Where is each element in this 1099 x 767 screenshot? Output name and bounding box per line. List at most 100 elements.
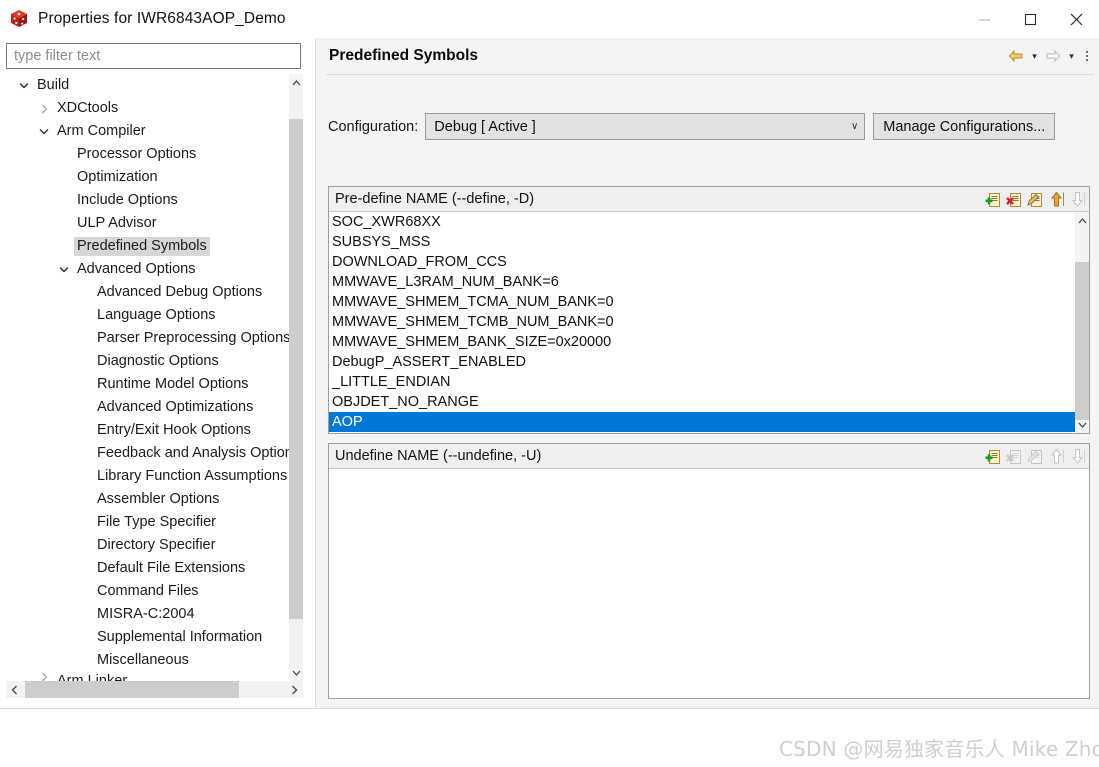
predefine-list[interactable]: SOC_XWR68XX SUBSYS_MSS DOWNLOAD_FROM_CCS MM… bbox=[329, 212, 1089, 433]
scroll-up-icon[interactable] bbox=[289, 74, 303, 91]
chevron-down-icon[interactable] bbox=[34, 128, 54, 135]
tree-item-label: ULP Advisor bbox=[77, 215, 157, 231]
predefine-group: Pre-define NAME (--define, -D) SOC_XWR68… bbox=[328, 186, 1090, 434]
predefine-caption: Pre-define NAME (--define, -D) bbox=[335, 191, 535, 207]
configuration-block: Configuration: Debug [ Active ] ∨ Manage… bbox=[328, 93, 1090, 151]
tree-item-label: Miscellaneous bbox=[97, 652, 189, 668]
list-item[interactable]: DOWNLOAD_FROM_CCS bbox=[329, 252, 1075, 272]
list-item[interactable]: AOP bbox=[329, 412, 1075, 432]
list-item[interactable]: SOC_XWR68XX bbox=[329, 212, 1075, 232]
scroll-right-icon[interactable] bbox=[286, 681, 303, 698]
undefine-header: Undefine NAME (--undefine, -U) bbox=[329, 444, 1089, 469]
pane-header: Predefined Symbols ▾ ▾ bbox=[316, 38, 1099, 74]
list-item[interactable]: DebugP_ASSERT_ENABLED bbox=[329, 352, 1075, 372]
tree-item-label: Runtime Model Options bbox=[97, 376, 249, 392]
predefine-scroll-thumb[interactable] bbox=[1075, 262, 1089, 420]
tree-item-runtime-model-options[interactable]: Runtime Model Options bbox=[6, 373, 289, 396]
tree-scroll-thumb[interactable] bbox=[289, 119, 303, 619]
window-titlebar: Properties for IWR6843AOP_Demo bbox=[0, 0, 1099, 38]
forward-arrow-icon bbox=[1043, 45, 1063, 67]
tree-item-label: Directory Specifier bbox=[97, 537, 216, 553]
move-up-icon[interactable] bbox=[1047, 189, 1065, 209]
tree-item-command-files[interactable]: Command Files bbox=[6, 580, 289, 603]
forward-dropdown-caret: ▾ bbox=[1069, 50, 1074, 61]
view-menu-icon[interactable] bbox=[1080, 45, 1094, 67]
tree-item-advanced-debug-options[interactable]: Advanced Debug Options bbox=[6, 281, 289, 304]
configuration-select[interactable]: Debug [ Active ] ∨ bbox=[425, 113, 866, 140]
scroll-up-icon[interactable] bbox=[1075, 212, 1089, 229]
scroll-down-icon[interactable] bbox=[1075, 416, 1089, 433]
tree-item-misra-c-2004[interactable]: MISRA-C:2004 bbox=[6, 603, 289, 626]
tree-item-ulp-advisor[interactable]: ULP Advisor bbox=[6, 212, 289, 235]
tree-item-supplemental-information[interactable]: Supplemental Information bbox=[6, 626, 289, 649]
undefine-list[interactable] bbox=[329, 469, 1089, 698]
maximize-button[interactable] bbox=[1007, 0, 1053, 38]
tree-horizontal-scrollbar[interactable] bbox=[6, 681, 303, 698]
close-button[interactable] bbox=[1053, 0, 1099, 38]
tree-vertical-scrollbar[interactable] bbox=[289, 74, 303, 681]
configuration-label: Configuration: bbox=[328, 118, 419, 135]
predefine-scrollbar[interactable] bbox=[1075, 212, 1089, 433]
chevron-down-icon: ∨ bbox=[850, 121, 859, 132]
tree-item-label: Assembler Options bbox=[97, 491, 220, 507]
chevron-down-icon[interactable] bbox=[14, 82, 34, 89]
undefine-group: Undefine NAME (--undefine, -U) bbox=[328, 443, 1090, 699]
tree-item-label: Advanced Debug Options bbox=[97, 284, 263, 300]
chevron-right-icon[interactable] bbox=[34, 672, 54, 681]
tree-item-predefined-symbols[interactable]: Predefined Symbols bbox=[6, 235, 289, 258]
tree-item-assembler-options[interactable]: Assembler Options bbox=[6, 488, 289, 511]
tree-item-include-options[interactable]: Include Options bbox=[6, 189, 289, 212]
tree-item-label: Advanced Optimizations bbox=[97, 399, 254, 415]
tree-item-directory-specifier[interactable]: Directory Specifier bbox=[6, 534, 289, 557]
delete-icon[interactable] bbox=[1005, 189, 1023, 209]
minimize-button[interactable] bbox=[961, 0, 1007, 38]
tree-item-label: Feedback and Analysis Options bbox=[97, 445, 289, 461]
tree-item-advanced-optimizations[interactable]: Advanced Optimizations bbox=[6, 396, 289, 419]
back-dropdown-caret[interactable]: ▾ bbox=[1028, 45, 1041, 67]
configuration-selected-value: Debug [ Active ] bbox=[434, 118, 536, 135]
tree-item-label: Library Function Assumptions bbox=[97, 468, 288, 484]
add-icon[interactable] bbox=[984, 189, 1002, 209]
list-item[interactable]: MMWAVE_SHMEM_BANK_SIZE=0x20000 bbox=[329, 332, 1075, 352]
tree-item-file-type-specifier[interactable]: File Type Specifier bbox=[6, 511, 289, 534]
tree-item-arm-compiler[interactable]: Arm Compiler bbox=[6, 120, 289, 143]
tree-item-label: Arm Linker bbox=[57, 673, 128, 681]
list-item[interactable]: MMWAVE_L3RAM_NUM_BANK=6 bbox=[329, 272, 1075, 292]
list-item[interactable]: MMWAVE_SHMEM_TCMA_NUM_BANK=0 bbox=[329, 292, 1075, 312]
tree-item-label: Arm Compiler bbox=[57, 123, 146, 139]
tree-item-label: Diagnostic Options bbox=[97, 353, 219, 369]
list-item[interactable]: OBJDET_NO_RANGE bbox=[329, 392, 1075, 412]
tree-item-library-function-assumptions[interactable]: Library Function Assumptions bbox=[6, 465, 289, 488]
tree-item-default-file-extensions[interactable]: Default File Extensions bbox=[6, 557, 289, 580]
tree-item-processor-options[interactable]: Processor Options bbox=[6, 143, 289, 166]
tree-item-optimization[interactable]: Optimization bbox=[6, 166, 289, 189]
tree-item-miscellaneous[interactable]: Miscellaneous bbox=[6, 649, 289, 672]
scroll-left-icon[interactable] bbox=[6, 681, 23, 698]
tree-item-parser-preprocessing-options[interactable]: Parser Preprocessing Options bbox=[6, 327, 289, 350]
tree-item-feedback-and-analysis-options[interactable]: Feedback and Analysis Options bbox=[6, 442, 289, 465]
list-item[interactable]: MMWAVE_SHMEM_TCMB_NUM_BANK=0 bbox=[329, 312, 1075, 332]
page-title: Predefined Symbols bbox=[329, 47, 479, 64]
add-icon[interactable] bbox=[984, 446, 1002, 466]
move-up-icon bbox=[1047, 446, 1065, 466]
tree-item-entry-exit-hook-options[interactable]: Entry/Exit Hook Options bbox=[6, 419, 289, 442]
tree-item-xdctools[interactable]: XDCtools bbox=[6, 97, 289, 120]
filter-input[interactable]: type filter text bbox=[6, 43, 301, 69]
tree-item-language-options[interactable]: Language Options bbox=[6, 304, 289, 327]
back-arrow-icon[interactable] bbox=[1006, 45, 1026, 67]
list-item[interactable]: SUBSYS_MSS bbox=[329, 232, 1075, 252]
scroll-down-icon[interactable] bbox=[289, 664, 303, 681]
chevron-down-icon[interactable] bbox=[54, 266, 74, 273]
tree-item-diagnostic-options[interactable]: Diagnostic Options bbox=[6, 350, 289, 373]
header-divider bbox=[326, 74, 1094, 75]
manage-configurations-button[interactable]: Manage Configurations... bbox=[873, 113, 1056, 140]
settings-tree[interactable]: Build XDCtools Arm Compiler Processor Optio… bbox=[6, 74, 303, 681]
dialog-footer: ? Show advanced settings Apply and Close… bbox=[0, 709, 1099, 767]
tree-item-build[interactable]: Build bbox=[6, 74, 289, 97]
list-item[interactable]: _LITTLE_ENDIAN bbox=[329, 372, 1075, 392]
tree-hscroll-thumb[interactable] bbox=[25, 681, 239, 698]
tree-item-advanced-options[interactable]: Advanced Options bbox=[6, 258, 289, 281]
edit-icon[interactable] bbox=[1026, 189, 1044, 209]
chevron-right-icon[interactable] bbox=[34, 104, 54, 114]
tree-item-arm-linker[interactable]: Arm Linker bbox=[6, 672, 289, 681]
